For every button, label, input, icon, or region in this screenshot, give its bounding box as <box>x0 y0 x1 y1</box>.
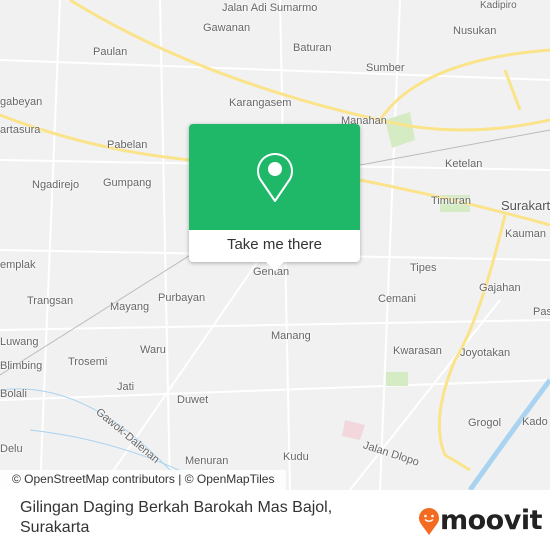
map-label: Pabelan <box>107 139 148 151</box>
map-pin-icon <box>256 153 293 202</box>
map-label: Trosemi <box>68 356 108 368</box>
map-label: Joyotakan <box>460 347 511 359</box>
map-label: Nusukan <box>453 25 497 37</box>
map-label: Bolali <box>0 388 27 400</box>
map-label: Duwet <box>177 394 209 406</box>
map-label: Gajahan <box>479 282 521 294</box>
popup-tail <box>265 261 285 271</box>
map-label: artasura <box>0 124 41 136</box>
moovit-wordmark: moovit <box>440 505 543 536</box>
map-label: Jati <box>117 381 135 393</box>
map-label: Kado <box>522 416 548 428</box>
map-label: Ngadirejo <box>32 179 80 191</box>
map-label: Luwang <box>0 336 39 348</box>
place-name-line2: Surakarta <box>20 519 90 536</box>
map-label: gabeyan <box>0 96 43 108</box>
map-label: Delu <box>0 443 23 455</box>
map-label: Menuran <box>185 455 229 467</box>
map-label: Kauman <box>505 228 546 240</box>
moovit-pin-icon <box>419 507 439 535</box>
map-label: Blimbing <box>0 360 43 372</box>
map-label: Jalan Adi Sumarmo <box>222 2 318 14</box>
map-label: Karangasem <box>229 97 292 109</box>
take-me-there-popup[interactable]: Take me there <box>189 124 360 271</box>
map-label: Ketelan <box>445 158 483 170</box>
map-label: Cemani <box>378 293 416 305</box>
popup-header <box>189 124 360 230</box>
map-label: Manang <box>271 330 311 342</box>
map-label: emplak <box>0 259 36 271</box>
take-me-there-button[interactable]: Take me there <box>189 230 360 262</box>
map-label: Gumpang <box>103 177 152 189</box>
map-label: Baturan <box>293 42 332 54</box>
place-name-line1: Gilingan Daging Berkah Barokah Mas Bajol… <box>20 499 333 516</box>
map-label: Kadipiro <box>480 0 517 11</box>
map-label: Grogol <box>468 417 502 429</box>
place-name: Gilingan Daging Berkah Barokah Mas Bajol… <box>20 498 332 538</box>
map-label: Mayang <box>110 301 150 313</box>
map-label: Sumber <box>366 62 405 74</box>
map-label: Timuran <box>431 195 471 207</box>
map-label: Kwarasan <box>393 345 442 357</box>
map[interactable]: Jalan Adi Sumarmo Kadipiro Gawanan Nusuk… <box>0 0 550 490</box>
map-label: Waru <box>140 344 166 356</box>
map-label: Surakarta <box>501 198 550 213</box>
map-label: Tipes <box>410 262 437 274</box>
map-label: Gawanan <box>203 22 251 34</box>
map-attribution[interactable]: © OpenStreetMap contributors | © OpenMap… <box>0 470 287 490</box>
map-label: Trangsan <box>27 295 74 307</box>
map-label: Paulan <box>93 46 128 58</box>
map-label: Pas <box>533 306 550 318</box>
moovit-logo[interactable]: moovit <box>418 505 543 536</box>
map-label: Kudu <box>283 451 309 463</box>
map-label: Purbayan <box>158 292 206 304</box>
